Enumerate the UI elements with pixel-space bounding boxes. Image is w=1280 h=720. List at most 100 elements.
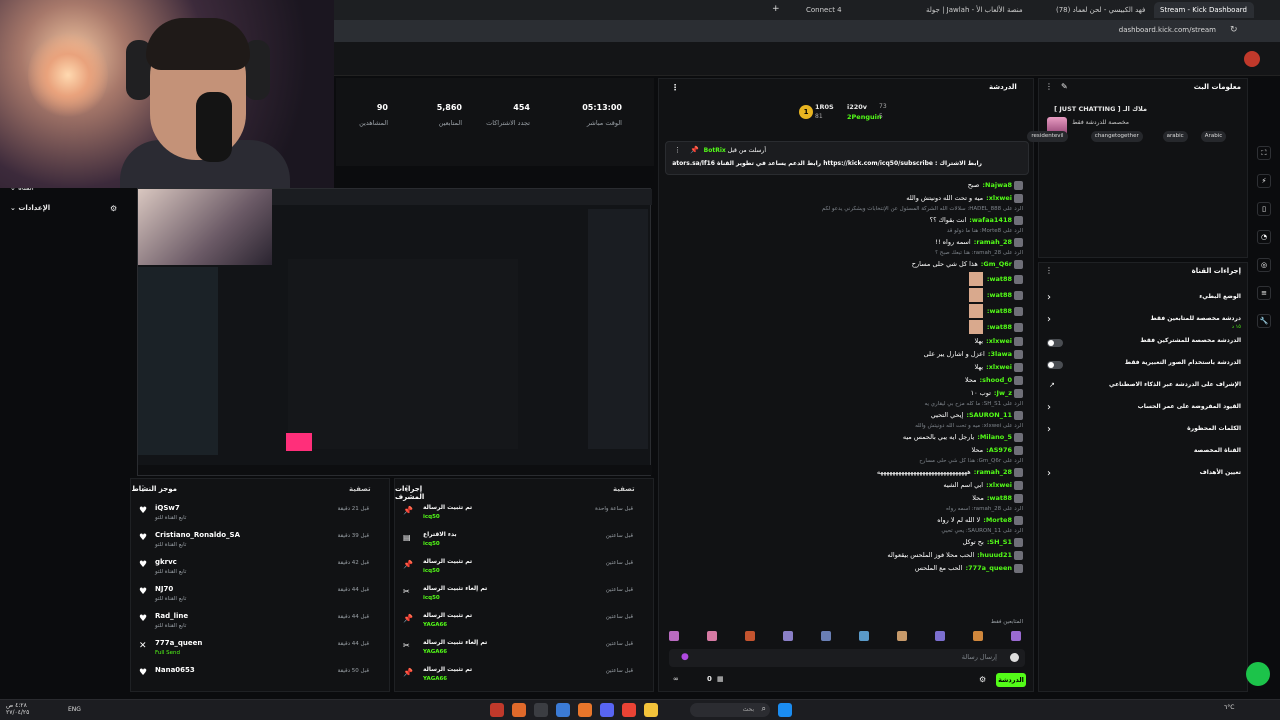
activity-username[interactable]: Nana0653 [155, 666, 195, 674]
emote-icon[interactable] [935, 631, 945, 641]
chat-message[interactable]: xlxwei:ابي اسم الشيه [669, 479, 1023, 491]
emote-icon[interactable] [897, 631, 907, 641]
channel-action-item[interactable]: القناة المخصصة [1043, 447, 1243, 465]
activity-row[interactable]: ♥ iQSw7 تابع القناة للتو قبل 21 دقيقة [135, 503, 385, 529]
weather-widget[interactable]: ٦°C [1224, 704, 1234, 711]
new-tab-icon[interactable]: + [772, 4, 780, 14]
activity-row[interactable]: ♥ Rad_line تابع القناة للتو قبل 44 دقيقة [135, 611, 385, 637]
emote-icon[interactable] [745, 631, 755, 641]
chat-message[interactable]: SH_S1:بح توكل [669, 536, 1023, 548]
chat-username[interactable]: xlxwei: [986, 194, 1012, 202]
activity-username[interactable]: gkrvc [155, 558, 177, 566]
chat-username[interactable]: wat88: [987, 307, 1012, 315]
activity-filter-button[interactable]: تصفية [349, 485, 371, 493]
chat-message[interactable]: wat88: [669, 303, 1023, 319]
more-icon[interactable]: ⋮ [1045, 266, 1053, 275]
chat-bubble-icon[interactable]: ◔ [1257, 230, 1271, 244]
radio-icon[interactable]: ◎ [1257, 258, 1271, 272]
channel-action-item[interactable]: الإشراف على الدردشة عبر الذكاء الاصطناعي… [1043, 381, 1243, 399]
activity-username[interactable]: NJ70 [155, 585, 173, 593]
mod-action-row[interactable]: 📌 تم تثبيت الرسالة icq50 قبل ساعتين [399, 557, 649, 583]
chat-username[interactable]: Milano_5: [977, 433, 1012, 441]
support-chat-button[interactable] [1246, 662, 1270, 686]
chat-message[interactable]: AS976:محلا [669, 444, 1023, 456]
mod-filter-button[interactable]: تصفية [613, 485, 635, 493]
chat-message[interactable]: huuud21:الحب محلا فوز الملحس بيقعواله [669, 549, 1023, 561]
mod-action-row[interactable]: 📌 تم تثبيت الرسالة YAGA66 قبل ساعتين [399, 665, 649, 691]
chat-username[interactable]: AS976: [986, 446, 1012, 454]
chat-message[interactable]: 3lawa:اعزل و اشارل يير على [669, 348, 1023, 360]
mod-action-user[interactable]: icq50 [423, 514, 440, 520]
gear-icon[interactable]: ⚙ [979, 675, 986, 684]
mod-action-user[interactable]: YAGA66 [423, 622, 447, 628]
brave-icon[interactable] [512, 703, 526, 717]
chat-username[interactable]: xlxwei: [986, 481, 1012, 489]
more-icon[interactable]: ⋮ [403, 484, 411, 493]
external-link-icon[interactable]: ↗ [1049, 381, 1055, 389]
chat-username[interactable]: huuud21: [977, 551, 1012, 559]
chat-username[interactable]: 3lawa: [988, 350, 1012, 358]
windows-icon[interactable] [778, 703, 792, 717]
stream-tag[interactable]: residentevil [1027, 131, 1068, 142]
activity-row[interactable]: ♥ NJ70 تابع القناة للتو قبل 44 دقيقة [135, 584, 385, 610]
chat-message[interactable]: Jw_z:توب ١٠ [669, 387, 1023, 399]
channel-action-item[interactable]: الكلمات المحظورة › [1043, 424, 1243, 443]
stream-category[interactable]: مخصصة للدردشة فقط [1072, 119, 1129, 126]
emote-icon[interactable] [973, 631, 983, 641]
chat-message[interactable]: wafaa1418:انت بقواك ؟؟ [669, 214, 1023, 226]
wrench-icon[interactable]: 🔧 [1257, 314, 1271, 328]
channel-action-item[interactable]: الدردشة باستخدام الصور التعبيرية فقط [1043, 359, 1243, 377]
channel-action-item[interactable]: الوضع البطيء › [1043, 292, 1243, 311]
pinned-message[interactable]: أرسلت من قبل BotRix رابط الاشتراك : http… [665, 141, 1029, 175]
activity-username[interactable]: iQSw7 [155, 504, 180, 512]
chat-message[interactable]: wat88: [669, 287, 1023, 303]
calendar-icon[interactable]: ▦ [717, 675, 724, 683]
activity-row[interactable]: ♥ gkrvc تابع القناة للتو قبل 42 دقيقة [135, 557, 385, 583]
chat-username[interactable]: xlxwei: [986, 337, 1012, 345]
activity-row[interactable]: ♥ Nana0653 قبل 50 دقيقة [135, 665, 385, 691]
chat-username[interactable]: Najwa8: [982, 181, 1012, 189]
chat-message[interactable]: SAURON_11:إيحي التحيي [669, 409, 1023, 421]
channel-action-item[interactable]: الدردشة مخصصة للمشتركين فقط [1043, 337, 1243, 355]
url-text[interactable]: dashboard.kick.com/stream [1119, 26, 1216, 34]
mic-icon[interactable]: ● [681, 652, 689, 662]
taskbar-clock[interactable]: ٤:٢٨ ص ٢٧/٠٤/٢٥ [6, 702, 29, 716]
emote-icon[interactable] [859, 631, 869, 641]
more-icon[interactable]: ⋮ [671, 83, 679, 92]
mod-action-row[interactable]: 📌 تم تثبيت الرسالة icq50 قبل ساعة واحدة [399, 503, 649, 529]
emote-icon[interactable] [1011, 631, 1021, 641]
chat-username[interactable]: wafaa1418: [969, 216, 1012, 224]
chat-username[interactable]: Gm_Q6r: [981, 260, 1012, 268]
chat-username[interactable]: shood_0: [980, 376, 1012, 384]
chat-input[interactable]: إرسال رسالة ● [669, 649, 1025, 667]
chat-username[interactable]: SAURON_11: [966, 411, 1012, 419]
more-icon[interactable]: ⋮ [674, 146, 681, 154]
emote-icon[interactable] [707, 631, 717, 641]
activity-username[interactable]: Rad_line [155, 612, 188, 620]
mod-action-user[interactable]: icq50 [423, 541, 440, 547]
stream-tag[interactable]: changetogether [1090, 131, 1143, 142]
chat-username[interactable]: wat88: [987, 275, 1012, 283]
activity-username[interactable]: Cristiano_Ronaldo_SA [155, 531, 240, 539]
chat-message[interactable]: xlxwei:يهلا [669, 361, 1023, 373]
emoji-icon[interactable] [1010, 653, 1019, 662]
tab-youtube[interactable]: (78) فهد الكبيسي - لحن لعماد [1050, 2, 1150, 18]
activity-username[interactable]: 777a_queen [155, 639, 202, 647]
chat-username[interactable]: Morte8: [983, 516, 1012, 524]
send-chat-button[interactable]: الدردشة [996, 673, 1026, 687]
emote-icon[interactable] [783, 631, 793, 641]
chat-message[interactable]: wat88: [669, 271, 1023, 287]
mod-action-user[interactable]: icq50 [423, 568, 440, 574]
chat-message[interactable]: 777a_queen:الحب مع الملحس [669, 562, 1023, 574]
channel-action-item[interactable]: القيود المفروضة على عمر الحساب › [1043, 402, 1243, 421]
chat-message[interactable]: shood_0:محلا [669, 374, 1023, 386]
chat-message[interactable]: wat88:محلا [669, 492, 1023, 504]
sidebar-icon-1[interactable]: ⛶ [1257, 146, 1271, 160]
toggle-switch[interactable] [1047, 339, 1063, 347]
app-icon-3[interactable] [534, 703, 548, 717]
tab-kick-dashboard[interactable]: Stream - Kick Dashboard [1154, 2, 1254, 18]
avatar[interactable] [1244, 51, 1260, 67]
chat-username[interactable]: xlxwei: [986, 363, 1012, 371]
chat-username[interactable]: wat88: [987, 494, 1012, 502]
mod-action-row[interactable]: 📌 تم تثبيت الرسالة YAGA66 قبل ساعتين [399, 611, 649, 637]
